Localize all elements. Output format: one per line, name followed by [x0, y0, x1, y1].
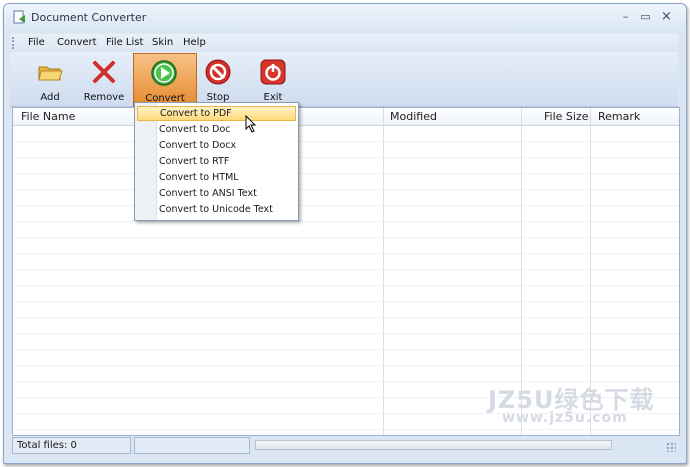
menu-convert-to-html[interactable]: Convert to HTML [137, 170, 294, 185]
add-button[interactable]: Add [22, 53, 78, 105]
menu-help[interactable]: Help [181, 36, 208, 49]
grid-line [13, 157, 679, 158]
grid-line [13, 173, 679, 174]
menu-convert-to-ansi-text[interactable]: Convert to ANSI Text [137, 186, 294, 201]
stop-icon [205, 59, 231, 85]
grid-line [13, 333, 679, 334]
column-file-name[interactable]: File Name [21, 110, 75, 123]
status-total-files: Total files: 0 [12, 437, 131, 454]
stop-button[interactable]: Stop [190, 53, 246, 105]
grid-line [13, 269, 679, 270]
folder-icon [38, 66, 63, 81]
maximize-button[interactable]: ▭ [638, 9, 653, 24]
power-icon [260, 59, 286, 85]
close-button[interactable]: × [659, 9, 674, 24]
menu-grip-icon[interactable] [12, 37, 17, 49]
remove-label: Remove [83, 92, 125, 103]
column-file-size[interactable]: File Size [544, 110, 588, 123]
menu-skin[interactable]: Skin [150, 36, 175, 49]
grid-line [13, 221, 679, 222]
window-title: Document Converter [31, 11, 147, 24]
grid-line [13, 317, 679, 318]
list-header: File Name Modified File Size Remark [13, 108, 679, 126]
menu-convert-to-doc[interactable]: Convert to Doc [137, 122, 294, 137]
app-icon [13, 10, 25, 24]
add-label: Add [40, 92, 60, 103]
grid-line [13, 253, 679, 254]
play-icon [151, 60, 177, 86]
column-modified[interactable]: Modified [390, 110, 437, 123]
title-bar[interactable]: Document Converter – ▭ × [4, 4, 686, 31]
resize-grip-icon[interactable] [666, 442, 676, 452]
watermark-url: www.jz5u.com [502, 410, 628, 426]
status-panel [134, 437, 250, 454]
convert-dropdown-menu: Convert to PDF Convert to Doc Convert to… [134, 102, 299, 221]
column-remark[interactable]: Remark [598, 110, 640, 123]
menu-convert-to-pdf[interactable]: Convert to PDF [137, 106, 296, 121]
grid-line [13, 237, 679, 238]
menu-convert-to-rtf[interactable]: Convert to RTF [137, 154, 294, 169]
menu-convert-to-unicode-text[interactable]: Convert to Unicode Text [137, 202, 294, 217]
menu-convert[interactable]: Convert [55, 36, 99, 49]
grid-line [13, 365, 679, 366]
grid-line [13, 205, 679, 206]
mouse-cursor-icon [245, 115, 257, 133]
menu-file[interactable]: File [26, 36, 47, 49]
convert-button[interactable]: Convert [133, 53, 197, 107]
remove-button[interactable]: Remove [76, 53, 132, 105]
menu-file-list[interactable]: File List [104, 36, 145, 49]
remove-x-icon [93, 61, 115, 83]
progress-bar [255, 440, 612, 450]
grid-line [13, 285, 679, 286]
watermark: JZ5U绿色下载 www.jz5u.com [488, 380, 658, 430]
menu-bar: File Convert File List Skin Help [10, 34, 678, 52]
minimize-button[interactable]: – [618, 9, 633, 24]
exit-button[interactable]: Exit [245, 53, 301, 105]
toolbar: Add Remove Convert Stop Exit [10, 52, 678, 107]
menu-convert-to-docx[interactable]: Convert to Docx [137, 138, 294, 153]
grid-line [13, 141, 679, 142]
grid-line [13, 189, 679, 190]
status-bar: Total files: 0 [12, 437, 678, 454]
grid-line [13, 301, 679, 302]
grid-line [13, 349, 679, 350]
